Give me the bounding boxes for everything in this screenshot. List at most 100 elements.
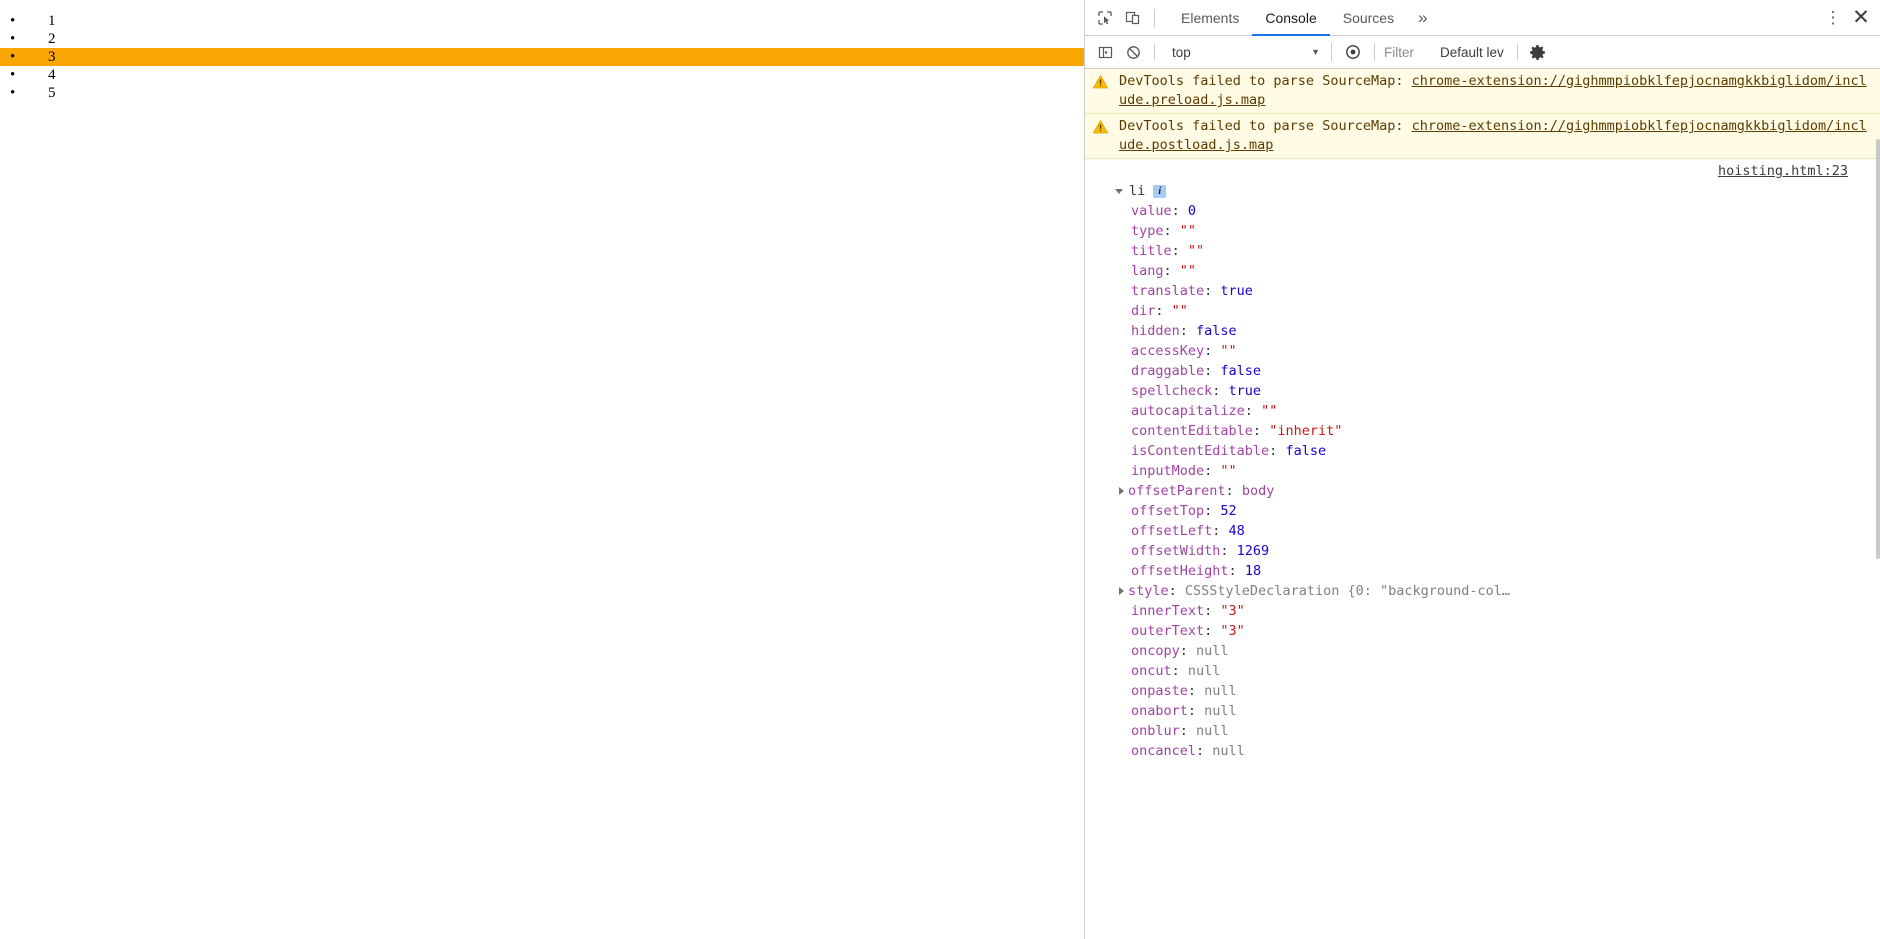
execution-context-selector[interactable]: top ▼ (1164, 41, 1324, 63)
property-value: "3" (1220, 623, 1245, 639)
property-name: lang (1131, 263, 1164, 279)
property-colon: : (1179, 323, 1197, 339)
property-value: null (1196, 643, 1229, 659)
property-name: inputMode (1131, 463, 1205, 479)
property-name: contentEditable (1131, 423, 1253, 439)
property-name: draggable (1131, 363, 1205, 379)
property-name: offsetWidth (1131, 543, 1221, 559)
console-settings-icon[interactable] (1525, 39, 1551, 65)
property-value: null (1212, 743, 1245, 759)
property-colon: : (1252, 423, 1270, 439)
property-name: onpaste (1131, 683, 1188, 699)
object-property-row[interactable]: style: CSSStyleDeclaration {0: "backgrou… (1085, 581, 1880, 601)
warning-icon (1093, 117, 1110, 136)
property-value: 18 (1244, 563, 1262, 579)
property-name: autocapitalize (1131, 403, 1245, 419)
property-name: onabort (1131, 703, 1188, 719)
object-property-row: innerText: "3" (1085, 601, 1880, 621)
console-sidebar-icon[interactable] (1091, 39, 1119, 65)
devtools-menu-icon[interactable]: ⋮ (1820, 5, 1846, 31)
source-link[interactable]: hoisting.html:23 (1718, 163, 1848, 179)
object-property-row: dir: "" (1085, 301, 1880, 321)
tab-console[interactable]: Console (1252, 0, 1331, 36)
list-item: 1 (0, 12, 1084, 30)
more-tabs-icon[interactable]: » (1407, 0, 1438, 35)
object-property-row: accessKey: "" (1085, 341, 1880, 361)
property-colon: : (1204, 463, 1221, 479)
object-property-row: isContentEditable: false (1085, 441, 1880, 461)
object-property-row: onpaste: null (1085, 681, 1880, 701)
object-header-row[interactable]: li i (1085, 181, 1880, 201)
chevron-expanded-icon[interactable] (1115, 188, 1123, 194)
property-name: oncancel (1131, 743, 1197, 759)
tab-elements[interactable]: Elements (1168, 0, 1252, 35)
property-colon: : (1269, 443, 1286, 459)
object-property-row: contentEditable: "inherit" (1085, 421, 1880, 441)
property-value: true (1228, 383, 1262, 399)
property-name: oncut (1131, 663, 1172, 679)
console-object-message: hoisting.html:23 li i value: 0 type: "" ti… (1085, 159, 1880, 761)
property-name: style (1128, 583, 1169, 599)
console-warning-text: DevTools failed to parse SourceMap: chro… (1119, 117, 1872, 155)
property-name: accessKey (1131, 343, 1205, 359)
property-name: outerText (1131, 623, 1205, 639)
tab-sources[interactable]: Sources (1330, 0, 1407, 35)
property-name: spellcheck (1131, 383, 1213, 399)
devtools-tabbar: Elements Console Sources » ⋮ ✕ (1085, 0, 1880, 36)
list-item-highlighted: 3 (0, 48, 1084, 66)
object-property-row: offsetLeft: 48 (1085, 521, 1880, 541)
close-icon[interactable]: ✕ (1846, 3, 1876, 33)
property-value: 52 (1220, 503, 1237, 519)
property-colon: : (1204, 283, 1221, 299)
device-toolbar-icon[interactable] (1119, 4, 1147, 32)
chevron-collapsed-icon[interactable] (1119, 587, 1124, 595)
object-property-row: spellcheck: true (1085, 381, 1880, 401)
property-name: offsetLeft (1131, 523, 1213, 539)
property-colon: : (1168, 583, 1185, 599)
property-colon: : (1220, 543, 1237, 559)
console-warning-message[interactable]: DevTools failed to parse SourceMap: chro… (1085, 69, 1880, 114)
clear-console-icon[interactable] (1119, 39, 1147, 65)
property-colon: : (1212, 383, 1229, 399)
chevron-collapsed-icon[interactable] (1119, 487, 1124, 495)
console-toolbar: top ▼ Default lev (1085, 36, 1880, 69)
warning-prefix-1: DevTools failed to parse SourceMap: (1119, 118, 1412, 134)
warning-icon (1093, 72, 1110, 91)
property-name: dir (1131, 303, 1156, 319)
property-value[interactable]: body (1242, 481, 1275, 501)
property-name: isContentEditable (1131, 443, 1270, 459)
property-colon: : (1204, 623, 1221, 639)
console-message-list[interactable]: DevTools failed to parse SourceMap: chro… (1085, 69, 1880, 939)
property-name: offsetTop (1131, 503, 1205, 519)
console-toolbar-divider-2 (1331, 43, 1332, 61)
info-badge-icon[interactable]: i (1153, 184, 1167, 198)
property-value: "" (1220, 343, 1237, 359)
object-property-row: draggable: false (1085, 361, 1880, 381)
inspect-element-icon[interactable] (1091, 4, 1119, 32)
object-property-row: oncopy: null (1085, 641, 1880, 661)
property-colon: : (1212, 523, 1229, 539)
object-property-row: offsetTop: 52 (1085, 501, 1880, 521)
object-property-row: outerText: "3" (1085, 621, 1880, 641)
object-property-row: oncancel: null (1085, 741, 1880, 761)
object-property-row: hidden: false (1085, 321, 1880, 341)
list-item: 2 (0, 30, 1084, 48)
list-item: 4 (0, 66, 1084, 84)
object-property-row[interactable]: offsetParent: body (1085, 481, 1880, 501)
console-filter-input[interactable] (1382, 41, 1434, 63)
property-value: CSSStyleDeclaration {0: "background-col… (1184, 583, 1511, 599)
console-scrollbar-thumb[interactable] (1876, 139, 1880, 559)
property-value: "3" (1220, 603, 1245, 619)
object-property-list: value: 0 type: "" title: "" lang: "" transla… (1085, 201, 1880, 761)
property-name: type (1131, 223, 1164, 239)
property-value: "" (1187, 243, 1205, 259)
live-expression-icon[interactable] (1339, 39, 1367, 65)
page-bullet-list: 12345 (0, 12, 1084, 102)
property-colon: : (1204, 363, 1221, 379)
object-property-row: value: 0 (1085, 201, 1880, 221)
property-colon: : (1163, 223, 1180, 239)
devtools-tab-list: Elements Console Sources » (1168, 0, 1439, 36)
console-warning-message[interactable]: DevTools failed to parse SourceMap: chro… (1085, 114, 1880, 159)
console-log-level-selector[interactable]: Default lev (1434, 45, 1510, 60)
property-name: offsetHeight (1131, 563, 1229, 579)
